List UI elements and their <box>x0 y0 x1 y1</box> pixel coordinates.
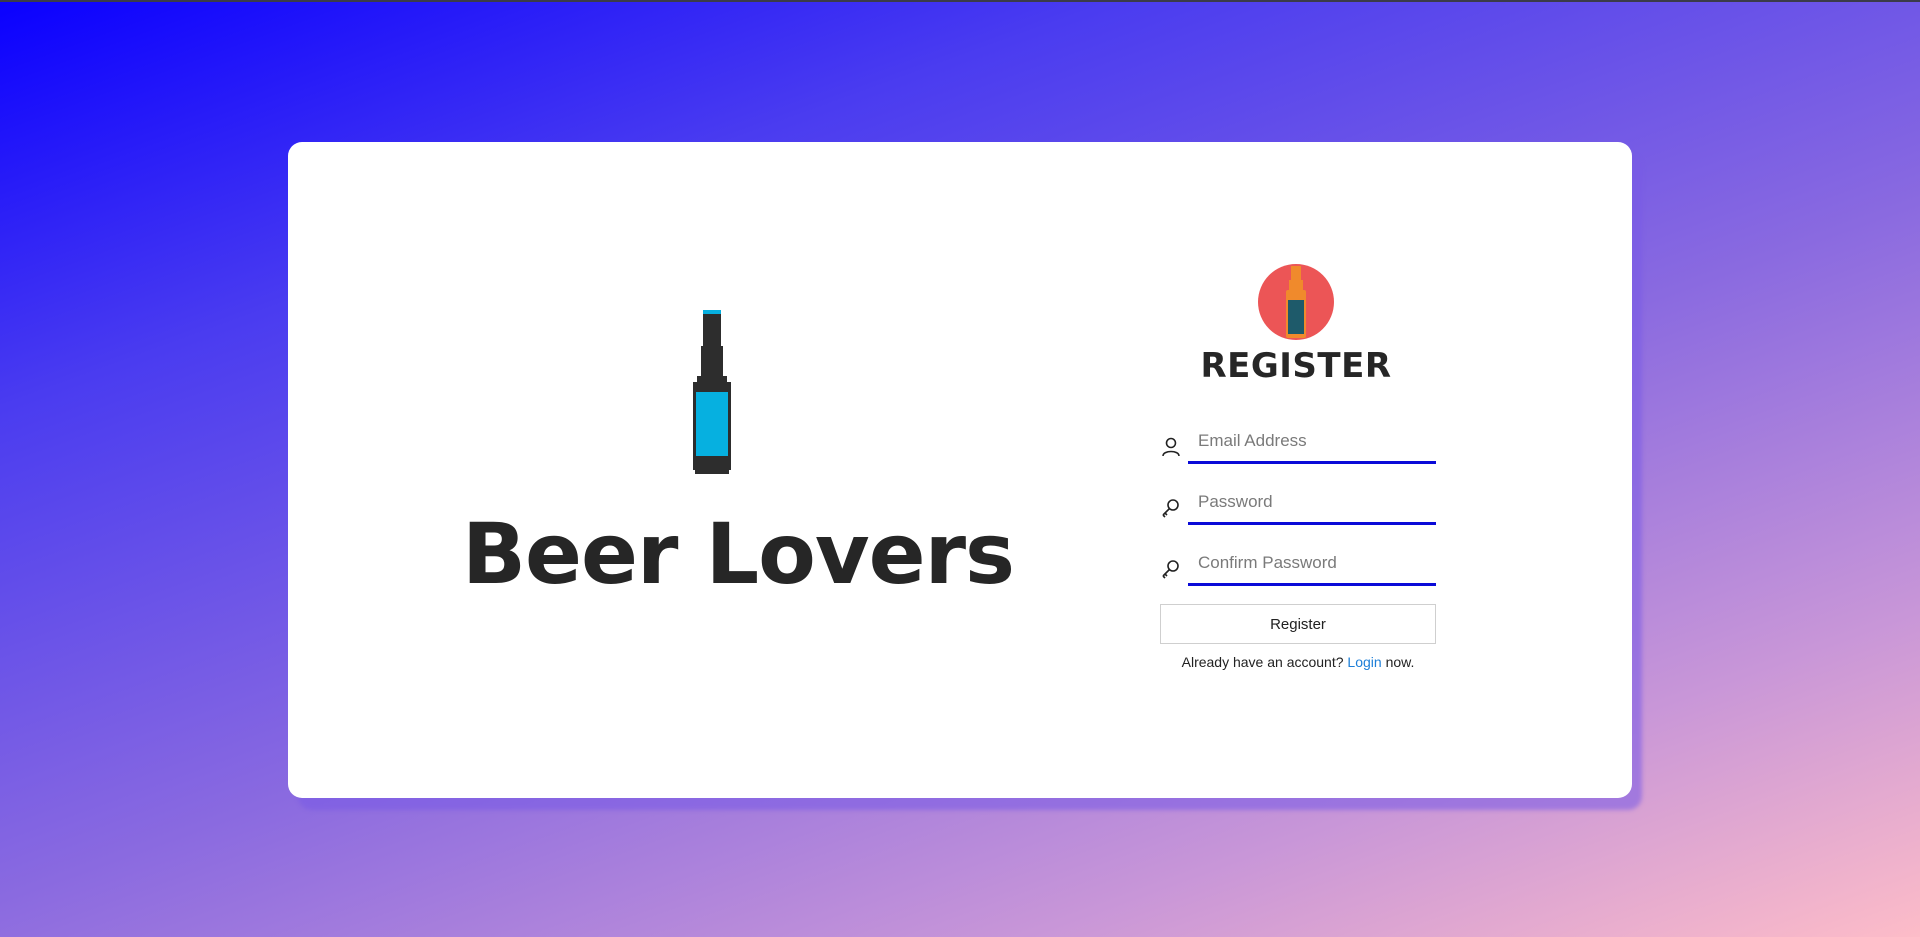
confirm-password-input[interactable] <box>1188 542 1436 586</box>
confirm-password-field-row <box>1160 542 1436 590</box>
email-field-row <box>1160 420 1436 468</box>
login-prompt: Already have an account? Login now. <box>1160 654 1436 670</box>
email-input[interactable] <box>1188 420 1436 464</box>
beer-bottle-logo-icon <box>1258 264 1334 340</box>
register-card: Beer Lovers REGISTER Email Address Regis… <box>288 142 1632 798</box>
register-form: REGISTER Register Already have an <box>1160 142 1580 798</box>
register-button[interactable]: Register <box>1160 604 1436 644</box>
password-input[interactable] <box>1188 481 1436 525</box>
key-icon <box>1162 560 1179 579</box>
brand-title: Beer Lovers <box>461 505 1015 603</box>
brand-panel: Beer Lovers <box>288 142 1015 798</box>
beer-bottle-icon <box>693 310 731 474</box>
window-top-border <box>0 0 1920 2</box>
register-heading: REGISTER <box>1200 346 1392 386</box>
user-icon <box>1162 437 1180 457</box>
login-link[interactable]: Login <box>1347 654 1381 670</box>
login-prefix-text: Already have an account? <box>1181 654 1344 670</box>
key-icon <box>1162 499 1179 518</box>
password-field-row <box>1160 481 1436 529</box>
login-suffix-text: now. <box>1385 654 1415 670</box>
